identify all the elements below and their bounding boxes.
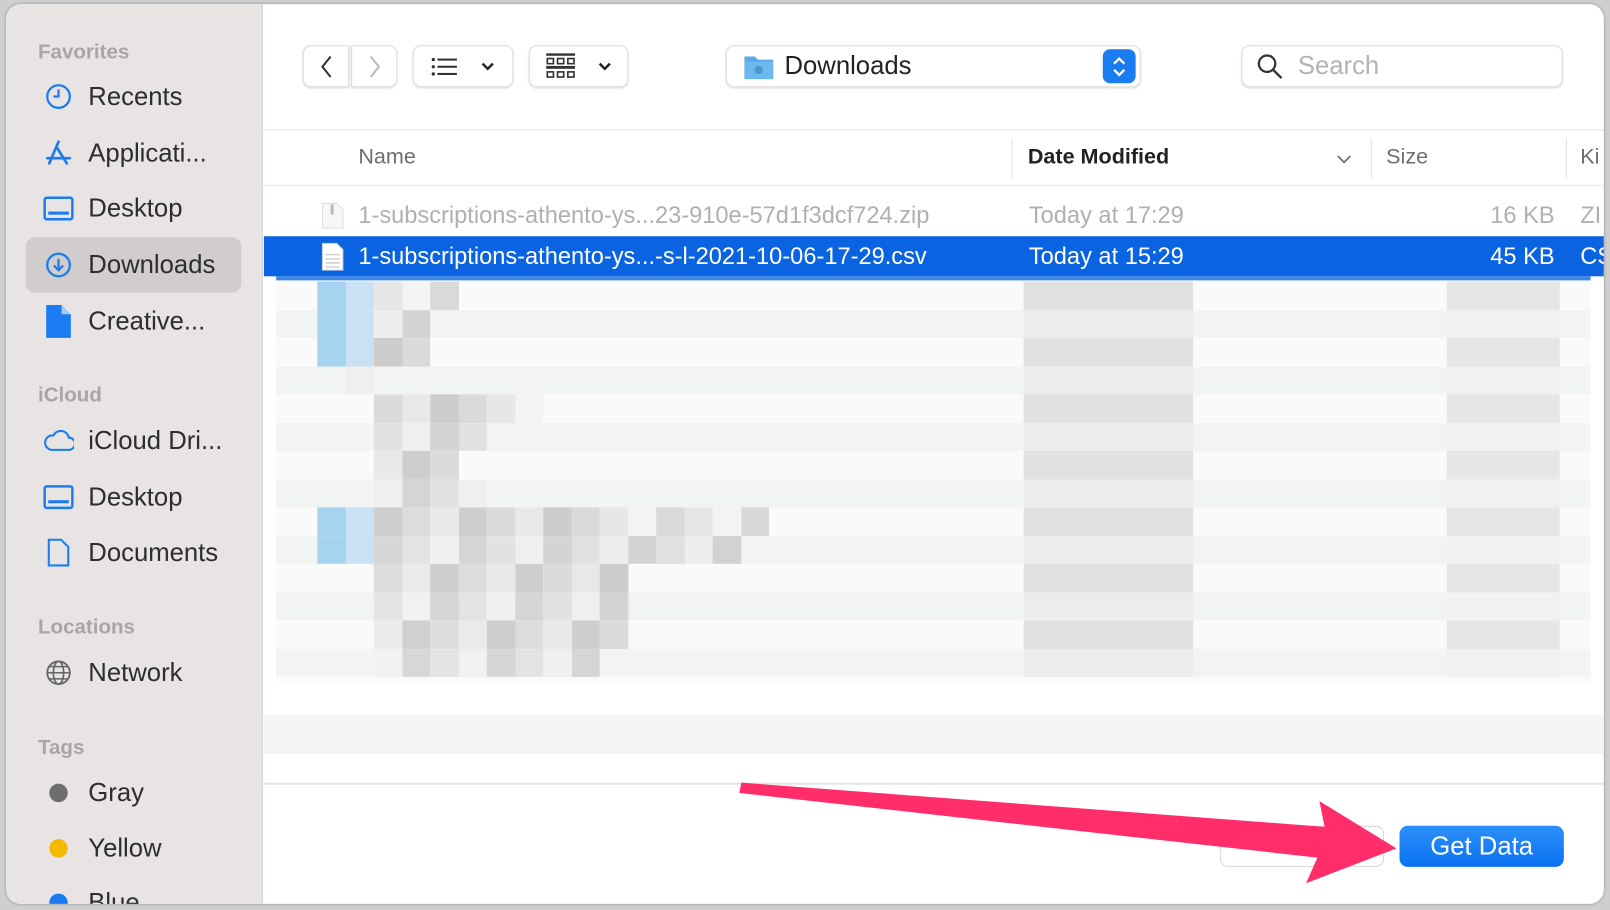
screen: Favorites Recents Applicati... Desktop D… <box>0 0 1610 910</box>
annotation-arrow <box>739 782 1397 884</box>
